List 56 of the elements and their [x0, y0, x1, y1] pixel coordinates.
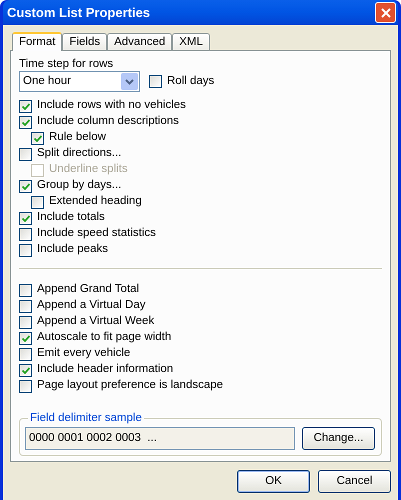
checkbox-label: Include rows with no vehicles	[37, 98, 186, 114]
tab[interactable]: Advanced	[107, 33, 172, 50]
group-title: Field delimiter sample	[29, 411, 143, 426]
checkbox[interactable]	[31, 196, 44, 208]
check-icon	[22, 118, 30, 126]
change-button[interactable]: Change...	[302, 427, 375, 450]
checkbox[interactable]	[19, 284, 32, 296]
checkbox[interactable]	[19, 228, 32, 240]
checkbox[interactable]	[31, 132, 44, 144]
checkbox-label: Append a Virtual Day	[37, 298, 146, 314]
time-step-dropdown[interactable]: One hour	[19, 71, 140, 92]
checkbox[interactable]	[19, 212, 32, 224]
checkbox-label: Emit every vehicle	[37, 346, 130, 362]
tab[interactable]: XML	[172, 33, 210, 50]
checkbox[interactable]	[19, 316, 32, 328]
tab[interactable]: Fields	[62, 33, 108, 50]
checkbox-label: Group by days...	[37, 178, 122, 194]
check-icon	[34, 134, 42, 142]
field-label: Time step for rows	[19, 57, 114, 71]
tab[interactable]: Format	[12, 32, 62, 51]
delimiter-sample-field: 0000 0001 0002 0003 ...	[25, 427, 295, 450]
check-icon	[22, 182, 30, 190]
checkbox[interactable]	[19, 180, 32, 192]
checkbox-label: Append a Virtual Week	[37, 314, 154, 330]
checkbox[interactable]	[19, 244, 32, 256]
checkbox-label: Split directions...	[37, 146, 122, 162]
checkbox[interactable]	[19, 116, 32, 128]
checkbox-label: Include peaks	[37, 242, 108, 258]
close-icon	[380, 8, 390, 18]
checkbox[interactable]	[19, 380, 32, 392]
checkbox[interactable]	[19, 348, 32, 360]
check-icon	[22, 102, 30, 110]
checkbox[interactable]	[19, 364, 32, 376]
checkbox-label: Underline splits	[49, 162, 128, 178]
close-button[interactable]	[375, 2, 396, 23]
checkbox-label: Autoscale to fit page width	[37, 330, 172, 346]
checkbox[interactable]	[19, 332, 32, 344]
checkbox[interactable]	[19, 300, 32, 312]
checkbox-label: Include column descriptions	[37, 114, 179, 130]
check-icon	[22, 334, 30, 342]
checkbox-label: Include header information	[37, 362, 174, 378]
checkbox[interactable]	[19, 100, 32, 112]
checkbox-label: Include speed statistics	[37, 226, 156, 242]
dialog-button[interactable]: Cancel	[318, 470, 391, 493]
checkbox-label: Page layout preference is landscape	[37, 378, 224, 394]
check-icon	[22, 366, 30, 374]
checkbox-label: Rule below	[49, 130, 106, 146]
checkbox-label: Append Grand Total	[37, 282, 140, 298]
checkbox[interactable]	[19, 148, 32, 160]
dialog-button[interactable]: OK	[237, 470, 310, 493]
check-icon	[22, 214, 30, 222]
checkbox-label: Roll days	[167, 74, 214, 89]
checkbox-label: Extended heading	[49, 194, 142, 210]
window-title: Custom List Properties	[7, 4, 150, 22]
checkbox[interactable]	[149, 75, 162, 88]
checkbox-label: Include totals	[37, 210, 105, 226]
